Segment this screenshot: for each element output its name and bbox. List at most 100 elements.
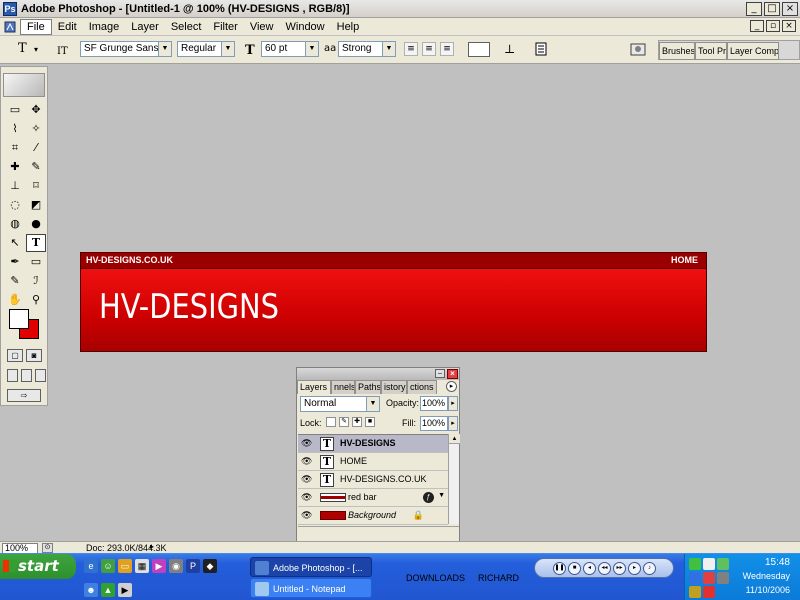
start-button[interactable]: start: [0, 554, 76, 579]
show-desktop-icon[interactable]: ▦: [135, 559, 149, 573]
tab-actions[interactable]: ctions: [407, 380, 437, 394]
zoom-tool-icon[interactable]: ⚲: [26, 291, 46, 309]
speaker-icon[interactable]: [717, 572, 729, 584]
clock-time[interactable]: 15:48: [765, 557, 790, 568]
scroll-up-icon[interactable]: ▲: [449, 434, 460, 444]
layer-row-red-bar[interactable]: 👁 red bar ƒ ▼: [298, 489, 448, 507]
brush-tool-icon[interactable]: ✎: [26, 158, 46, 176]
media-icon[interactable]: ▶: [118, 583, 132, 597]
tray-app-icon[interactable]: [703, 558, 715, 570]
antivirus-icon[interactable]: [703, 572, 715, 584]
notes-tool-icon[interactable]: ✎: [5, 272, 25, 290]
pen-tool-icon[interactable]: ✒: [5, 253, 25, 271]
clone-stamp-tool-icon[interactable]: ⊥: [5, 177, 25, 195]
font-family-select[interactable]: SF Grunge Sans ... ▼: [80, 41, 172, 57]
quicktime-icon[interactable]: ◉: [169, 559, 183, 573]
rewind-icon[interactable]: ◂◂: [598, 561, 611, 575]
fill-input[interactable]: 100%: [420, 416, 448, 431]
marquee-tool-icon[interactable]: ▭: [5, 101, 25, 119]
media-player-icon[interactable]: ▶: [152, 559, 166, 573]
menu-edit[interactable]: Edit: [52, 20, 83, 34]
align-right-icon[interactable]: ≡: [440, 42, 454, 56]
slice-tool-icon[interactable]: ⁄: [26, 139, 46, 157]
menu-window[interactable]: Window: [280, 20, 331, 34]
lock-all-icon[interactable]: ■: [365, 417, 375, 427]
photoshop-quicklaunch-icon[interactable]: P: [186, 559, 200, 573]
photoshop-app-icon[interactable]: Ps: [3, 1, 17, 16]
font-style-select[interactable]: Regular ▼: [177, 41, 235, 57]
eye-icon[interactable]: 👁: [301, 475, 312, 484]
toolbar-richard[interactable]: RICHARD: [478, 573, 519, 583]
palettes-icon[interactable]: [534, 42, 548, 56]
eye-icon[interactable]: 👁: [301, 511, 312, 520]
pause-icon[interactable]: ❚❚: [553, 561, 566, 575]
doc-minimize-button[interactable]: _: [750, 20, 764, 32]
opacity-slider-arrow[interactable]: ▸: [448, 396, 458, 411]
fill-slider-arrow[interactable]: ▸: [448, 416, 458, 431]
tab-layers[interactable]: Layers: [297, 380, 331, 394]
opacity-input[interactable]: 100%: [420, 396, 448, 411]
menu-filter[interactable]: Filter: [207, 20, 243, 34]
eye-icon[interactable]: 👁: [301, 457, 312, 466]
user-icon[interactable]: ☻: [84, 583, 98, 597]
bluetooth-icon[interactable]: [689, 572, 701, 584]
lock-image-icon[interactable]: ✎: [339, 417, 349, 427]
history-brush-tool-icon[interactable]: ⌑: [26, 177, 46, 195]
network-icon[interactable]: [689, 558, 701, 570]
type-tool-preset[interactable]: T: [18, 41, 27, 56]
crop-tool-icon[interactable]: ⌗: [5, 139, 25, 157]
eraser-tool-icon[interactable]: ◌: [5, 196, 25, 214]
screen-mode-standard-icon[interactable]: [7, 369, 18, 382]
doc-restore-button[interactable]: ▫: [766, 20, 780, 32]
toolbar-downloads[interactable]: DOWNLOADS: [406, 573, 465, 583]
eye-icon[interactable]: 👁: [301, 439, 312, 448]
blend-mode-select[interactable]: Normal ▼: [300, 396, 380, 412]
warp-text-icon[interactable]: ⊥: [502, 41, 518, 57]
program-icon[interactable]: ▲: [101, 583, 115, 597]
taskbar-notepad-button[interactable]: Untitled - Notepad: [250, 578, 372, 598]
chevron-down-icon[interactable]: ▾: [34, 45, 38, 54]
jump-to-imageready-icon[interactable]: ⇨: [7, 389, 41, 402]
menu-select[interactable]: Select: [165, 20, 208, 34]
font-size-select[interactable]: 60 pt ▼: [261, 41, 319, 57]
messenger-icon[interactable]: ☺: [101, 559, 115, 573]
minimize-button[interactable]: _: [746, 1, 762, 16]
lock-transparency-icon[interactable]: [326, 417, 336, 427]
adobe-feather-logo[interactable]: [3, 73, 45, 97]
magic-wand-tool-icon[interactable]: ✧: [26, 120, 46, 138]
well-tab-layer-comps[interactable]: Layer Comps: [727, 42, 779, 60]
lock-position-icon[interactable]: ✚: [352, 417, 362, 427]
palette-menu-icon[interactable]: ▸: [446, 381, 457, 392]
layer-row-hv-designs[interactable]: 👁 T HV-DESIGNS: [298, 435, 448, 453]
type-tool-icon[interactable]: T: [26, 234, 46, 252]
close-button[interactable]: ×: [782, 1, 798, 16]
anti-alias-select[interactable]: Strong ▼: [338, 41, 396, 57]
dodge-tool-icon[interactable]: ●: [26, 215, 46, 233]
taskbar-photoshop-button[interactable]: Adobe Photoshop - [...: [250, 557, 372, 577]
tab-paths[interactable]: Paths: [355, 380, 381, 394]
volume-icon[interactable]: ♪: [643, 561, 656, 575]
menu-help[interactable]: Help: [331, 20, 366, 34]
tray-drive-icon[interactable]: [689, 586, 701, 598]
shape-tool-icon[interactable]: ▭: [26, 253, 46, 271]
chevron-right-icon[interactable]: ▸: [150, 542, 154, 551]
document-status-icon[interactable]: ⊙: [42, 543, 53, 553]
align-left-icon[interactable]: ≡: [404, 42, 418, 56]
shortcut-icon[interactable]: ◆: [203, 559, 217, 573]
layer-effects-icon[interactable]: ƒ: [423, 492, 434, 503]
maximize-button[interactable]: □: [764, 1, 780, 16]
tray-monitor-icon[interactable]: [717, 558, 729, 570]
previous-icon[interactable]: ◂: [583, 561, 596, 575]
healing-brush-tool-icon[interactable]: ✚: [5, 158, 25, 176]
layer-list-scrollbar[interactable]: ▲: [448, 434, 460, 524]
internet-explorer-icon[interactable]: e: [84, 559, 98, 573]
menu-layer[interactable]: Layer: [125, 20, 165, 34]
stop-icon[interactable]: ■: [568, 561, 581, 575]
menu-file[interactable]: File: [20, 18, 52, 35]
well-tab-tool-presets[interactable]: Tool Pr: [695, 42, 727, 60]
eye-icon[interactable]: 👁: [301, 493, 312, 502]
palette-title-bar[interactable]: – ×: [297, 368, 459, 380]
move-tool-icon[interactable]: ✥: [26, 101, 46, 119]
screen-mode-full-menu-icon[interactable]: [21, 369, 32, 382]
palette-close-button[interactable]: ×: [447, 369, 458, 379]
